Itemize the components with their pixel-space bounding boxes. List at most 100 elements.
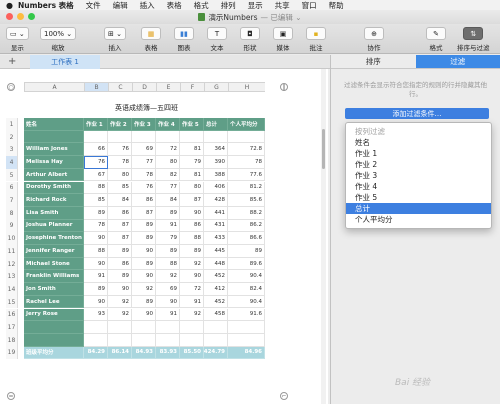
comment-button[interactable]: ▪ xyxy=(306,27,326,40)
table-cell[interactable] xyxy=(108,130,132,144)
row-number[interactable]: 16 xyxy=(6,308,18,322)
table-cell[interactable]: 83.93 xyxy=(156,346,180,360)
column-header[interactable]: H xyxy=(228,82,265,92)
table-cell[interactable] xyxy=(108,333,132,347)
shape-tool[interactable]: ◘ 形状 xyxy=(240,27,260,52)
table-cell[interactable]: 作业 5 xyxy=(180,118,204,131)
name-cell[interactable] xyxy=(24,130,84,144)
table-cell[interactable]: 84 xyxy=(108,194,132,207)
table-cell[interactable]: 90 xyxy=(108,283,132,296)
table-cell[interactable]: 80 xyxy=(180,181,204,195)
table-cell[interactable]: 86 xyxy=(108,206,132,220)
table-cell[interactable]: 72 xyxy=(156,143,180,157)
insert-button[interactable]: ⊞ ⌄ xyxy=(104,27,126,40)
menu-app[interactable]: Numbers 表格 xyxy=(18,0,74,11)
name-cell[interactable]: Jennifer Ranger xyxy=(24,245,84,258)
media-tool[interactable]: ▣ 媒体 xyxy=(273,27,293,52)
table-cell[interactable]: 92 xyxy=(156,270,180,284)
table-cell[interactable] xyxy=(156,130,180,144)
row-number[interactable]: 19 xyxy=(6,346,18,360)
row-number[interactable]: 12 xyxy=(6,257,18,271)
table-cell[interactable]: 364 xyxy=(204,143,228,157)
table-cell[interactable]: 89 xyxy=(132,219,156,233)
table-cell[interactable]: 89 xyxy=(180,245,204,258)
dropdown-item-hw5[interactable]: 作业 5 xyxy=(346,192,491,203)
view-tool[interactable]: ▭ ⌄ 显示 xyxy=(6,27,29,52)
name-cell[interactable]: Michael Stone xyxy=(24,257,84,271)
table-cell[interactable]: 90.4 xyxy=(228,270,265,284)
table-cell[interactable]: 90 xyxy=(84,295,108,309)
table-cell[interactable] xyxy=(108,321,132,334)
table-cell[interactable]: 84 xyxy=(156,194,180,207)
close-window-button[interactable] xyxy=(6,13,13,20)
menu-arrange[interactable]: 排列 xyxy=(221,0,236,11)
table-cell[interactable]: 90 xyxy=(156,295,180,309)
table-cell[interactable]: 458 xyxy=(204,308,228,322)
text-button[interactable]: T xyxy=(207,27,227,40)
table-cell[interactable]: 85.6 xyxy=(228,194,265,207)
table-cell[interactable]: 作业 2 xyxy=(108,118,132,131)
table-cell[interactable]: 86 xyxy=(132,194,156,207)
row-number[interactable]: 13 xyxy=(6,270,18,284)
table-cell[interactable]: 总计 xyxy=(204,118,228,131)
table-cell[interactable] xyxy=(180,333,204,347)
row-number[interactable]: 6 xyxy=(6,181,18,195)
table-cell[interactable]: 433 xyxy=(204,232,228,245)
table-cell[interactable]: 89 xyxy=(84,206,108,220)
table-cell[interactable]: 77 xyxy=(156,181,180,195)
zoom-window-button[interactable] xyxy=(28,13,35,20)
table-cell[interactable]: 81.2 xyxy=(228,181,265,195)
menu-view[interactable]: 显示 xyxy=(248,0,263,11)
table-cell[interactable] xyxy=(228,333,265,347)
table-cell[interactable]: 82.4 xyxy=(228,283,265,296)
column-header[interactable]: B xyxy=(84,82,108,92)
table-cell[interactable]: 66 xyxy=(84,143,108,157)
name-cell[interactable]: Melissa Hay xyxy=(24,156,84,169)
table-cell[interactable]: 406 xyxy=(204,181,228,195)
table-cell[interactable]: 76 xyxy=(108,143,132,157)
name-cell[interactable] xyxy=(24,321,84,334)
chart-button[interactable]: ▮▮ xyxy=(174,27,194,40)
column-header[interactable]: F xyxy=(180,82,204,92)
table-cell[interactable] xyxy=(132,333,156,347)
column-header[interactable]: A xyxy=(24,82,84,92)
table-cell[interactable]: 78 xyxy=(84,219,108,233)
dropdown-item-total[interactable]: 总计 xyxy=(346,203,491,214)
row-number[interactable]: 11 xyxy=(6,245,18,258)
row-number[interactable]: 18 xyxy=(6,333,18,347)
table-cell[interactable]: 72 xyxy=(180,283,204,296)
table-cell[interactable]: 89 xyxy=(156,206,180,220)
table-cell[interactable]: 90 xyxy=(180,270,204,284)
insert-tool[interactable]: ⊞ ⌄ 插入 xyxy=(104,27,126,52)
name-cell[interactable]: 姓名 xyxy=(24,118,84,131)
table-cell[interactable]: 87 xyxy=(180,194,204,207)
table-cell[interactable] xyxy=(228,321,265,334)
add-filter-button[interactable]: 添加过滤条件… xyxy=(345,108,489,119)
table-cell[interactable]: 431 xyxy=(204,219,228,233)
table-cell[interactable]: 76 xyxy=(84,156,108,169)
name-cell[interactable]: 班级平均分 xyxy=(24,346,84,360)
table-cell[interactable]: 90 xyxy=(84,232,108,245)
column-header[interactable]: E xyxy=(156,82,180,92)
table-cell[interactable]: 424.79 xyxy=(204,346,228,360)
table-cell[interactable]: 89 xyxy=(108,245,132,258)
table-cell[interactable]: 91.6 xyxy=(228,308,265,322)
table-cell[interactable]: 90 xyxy=(132,308,156,322)
table-cell[interactable]: 76 xyxy=(132,181,156,195)
menu-file[interactable]: 文件 xyxy=(86,0,101,11)
column-header[interactable]: G xyxy=(204,82,228,92)
table-cell[interactable]: 93 xyxy=(84,308,108,322)
table-cell[interactable]: 85 xyxy=(84,194,108,207)
table-cell[interactable] xyxy=(204,130,228,144)
sort-filter-tool[interactable]: ⇅ 排序与过滤 xyxy=(457,27,490,52)
name-cell[interactable]: William Jones xyxy=(24,143,84,157)
resize-table-handle[interactable]: ⌐ xyxy=(280,392,288,400)
table-cell[interactable]: 72.8 xyxy=(228,143,265,157)
table-cell[interactable]: 84.96 xyxy=(228,346,265,360)
table-cell[interactable] xyxy=(156,321,180,334)
column-header[interactable]: D xyxy=(132,82,156,92)
table-cell[interactable]: 412 xyxy=(204,283,228,296)
table-cell[interactable]: 90.4 xyxy=(228,295,265,309)
table-cell[interactable]: 428 xyxy=(204,194,228,207)
table-cell[interactable]: 88 xyxy=(180,232,204,245)
